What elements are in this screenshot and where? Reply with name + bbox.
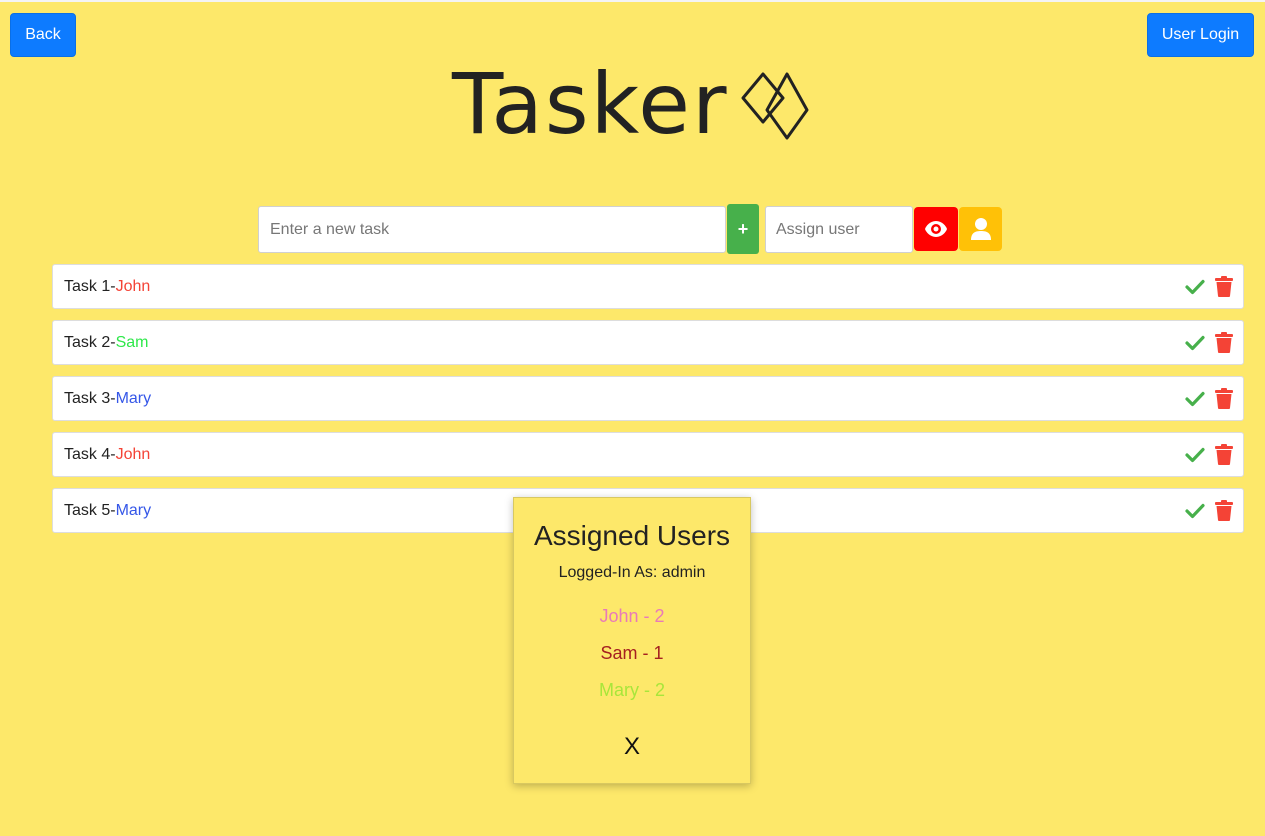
trash-icon[interactable] (1215, 388, 1233, 409)
user-count-item: Sam - 1 (600, 643, 664, 663)
close-modal-button[interactable]: X (514, 733, 750, 761)
diamond-logo-icon (741, 72, 809, 140)
view-users-button[interactable] (914, 207, 958, 251)
check-icon[interactable] (1185, 447, 1205, 463)
task-user: John (115, 445, 151, 463)
task-name: Task 5 (64, 501, 111, 519)
user-button[interactable] (959, 207, 1002, 251)
task-name: Task 2 (64, 333, 111, 351)
task-row: Task 4 - John (52, 432, 1244, 477)
task-user: Mary (115, 501, 152, 519)
new-task-input[interactable] (258, 206, 726, 253)
logo: Tasker (452, 62, 811, 146)
check-icon[interactable] (1185, 503, 1205, 519)
task-row: Task 2 - Sam (52, 320, 1244, 365)
modal-title: Assigned Users (533, 520, 731, 551)
task-user: Sam (115, 333, 149, 351)
task-row: Task 3 - Mary (52, 376, 1244, 421)
trash-icon[interactable] (1215, 332, 1233, 353)
check-icon[interactable] (1185, 279, 1205, 295)
task-name: Task 4 (64, 445, 111, 463)
user-count-item: John - 2 (599, 606, 665, 626)
add-task-button[interactable]: + (727, 204, 759, 254)
task-user: John (115, 277, 151, 295)
user-login-button[interactable]: User Login (1147, 13, 1254, 57)
logged-in-label: Logged-In As: admin (558, 564, 706, 581)
trash-icon[interactable] (1215, 444, 1233, 465)
assign-user-input[interactable] (765, 206, 913, 253)
check-icon[interactable] (1185, 391, 1205, 407)
task-name: Task 1 (64, 277, 111, 295)
task-name: Task 3 (64, 389, 111, 407)
task-user: Mary (115, 389, 152, 407)
trash-icon[interactable] (1215, 276, 1233, 297)
assigned-users-modal: Assigned Users Logged-In As: admin John … (513, 497, 751, 784)
user-count-list: John - 2 Sam - 1 Mary - 2 (514, 606, 750, 717)
back-button[interactable]: Back (10, 13, 76, 57)
user-count-item: Mary - 2 (598, 680, 665, 700)
check-icon[interactable] (1185, 335, 1205, 351)
task-row: Task 1 - John (52, 264, 1244, 309)
eye-icon (925, 221, 947, 237)
trash-icon[interactable] (1215, 500, 1233, 521)
logo-text: Tasker (452, 55, 729, 153)
person-icon (970, 218, 991, 240)
